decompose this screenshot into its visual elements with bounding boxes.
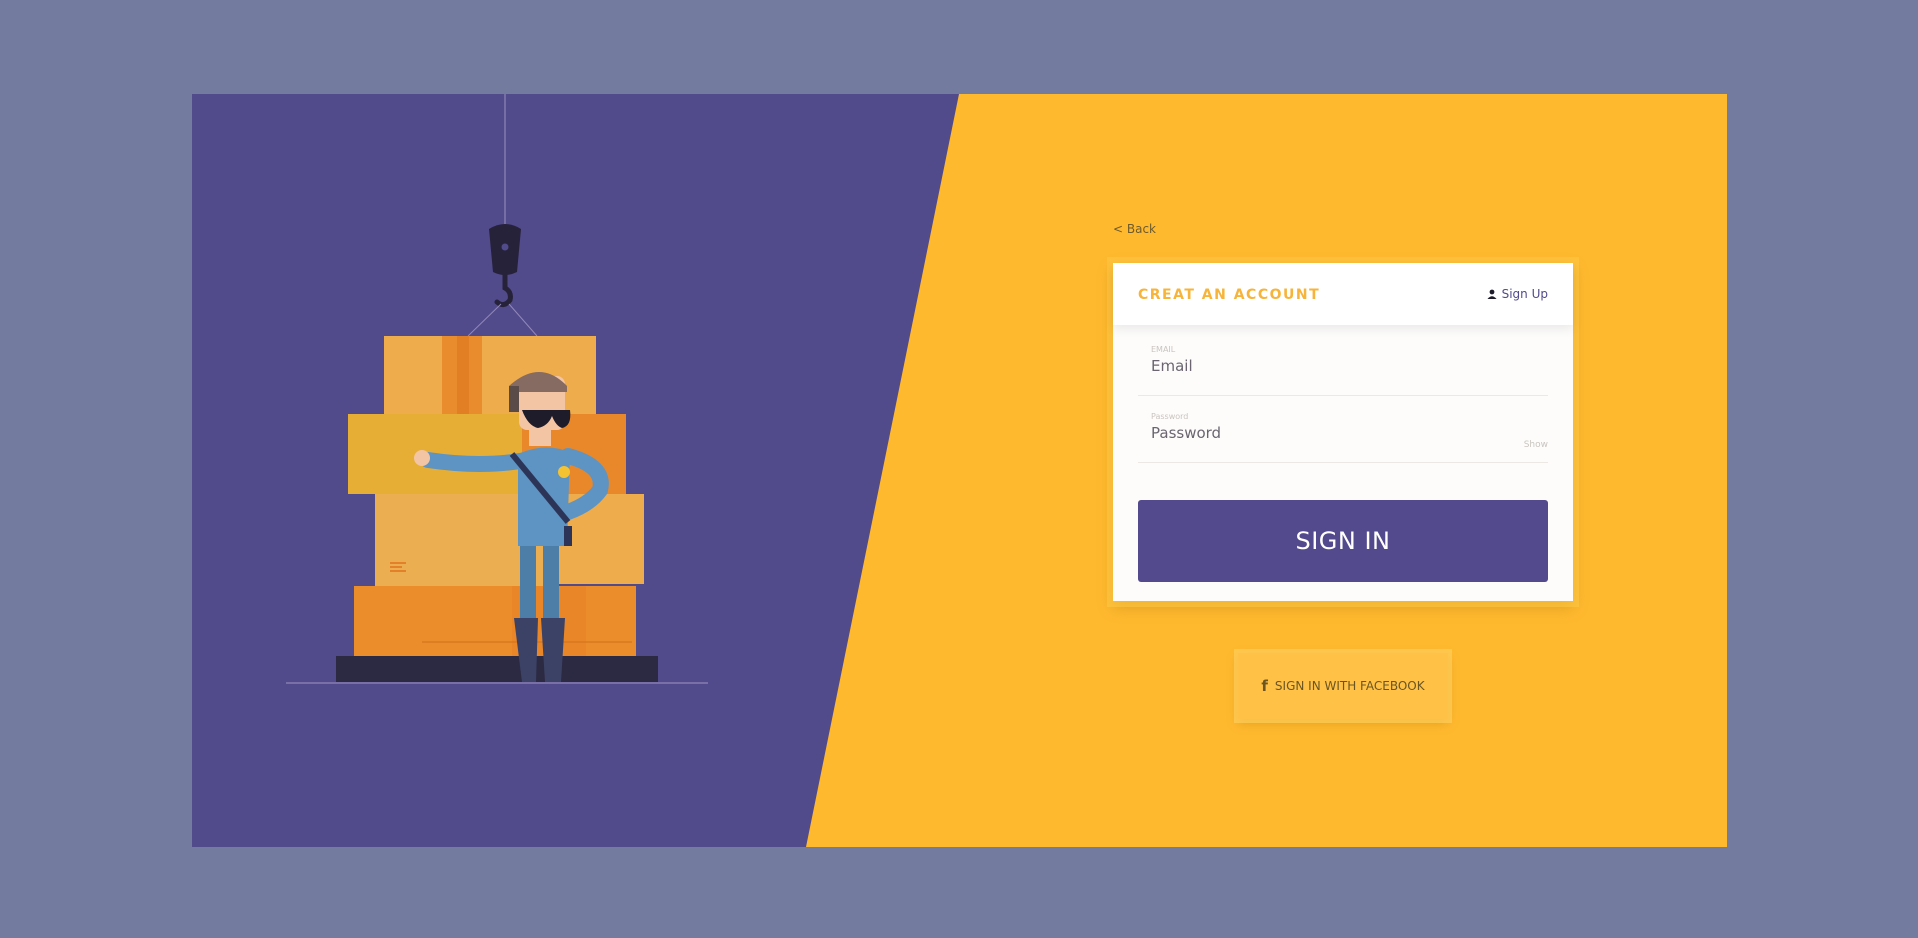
pallet	[336, 656, 658, 682]
signin-button[interactable]: SIGN IN	[1138, 500, 1548, 582]
password-caption: Password	[1151, 412, 1189, 421]
card-header: CREAT AN ACCOUNT Sign Up	[1113, 263, 1573, 325]
back-link[interactable]: < Back	[1113, 222, 1156, 236]
signup-label: Sign Up	[1501, 287, 1548, 301]
user-icon	[1487, 289, 1497, 299]
crane-hook	[494, 269, 513, 308]
password-input[interactable]	[1151, 424, 1491, 442]
facebook-signin-button[interactable]: f SIGN IN WITH FACEBOOK	[1238, 653, 1448, 719]
signin-area: < Back CREAT AN ACCOUNT Sign Up EMAIL Pa…	[1113, 94, 1578, 847]
show-password-toggle[interactable]: Show	[1524, 440, 1548, 450]
password-field: Password Show	[1138, 408, 1548, 463]
email-caption: EMAIL	[1151, 345, 1176, 354]
signup-link[interactable]: Sign Up	[1487, 287, 1548, 301]
email-field: EMAIL	[1138, 341, 1548, 396]
login-stage: < Back CREAT AN ACCOUNT Sign Up EMAIL Pa…	[192, 94, 1727, 847]
courier-illustration	[286, 94, 708, 684]
email-input[interactable]	[1151, 357, 1491, 375]
facebook-icon: f	[1261, 677, 1268, 695]
facebook-signin-label: SIGN IN WITH FACEBOOK	[1274, 679, 1425, 693]
signin-card: CREAT AN ACCOUNT Sign Up EMAIL Password …	[1113, 263, 1573, 601]
card-title: CREAT AN ACCOUNT	[1138, 287, 1321, 303]
box-bottom	[354, 586, 636, 656]
